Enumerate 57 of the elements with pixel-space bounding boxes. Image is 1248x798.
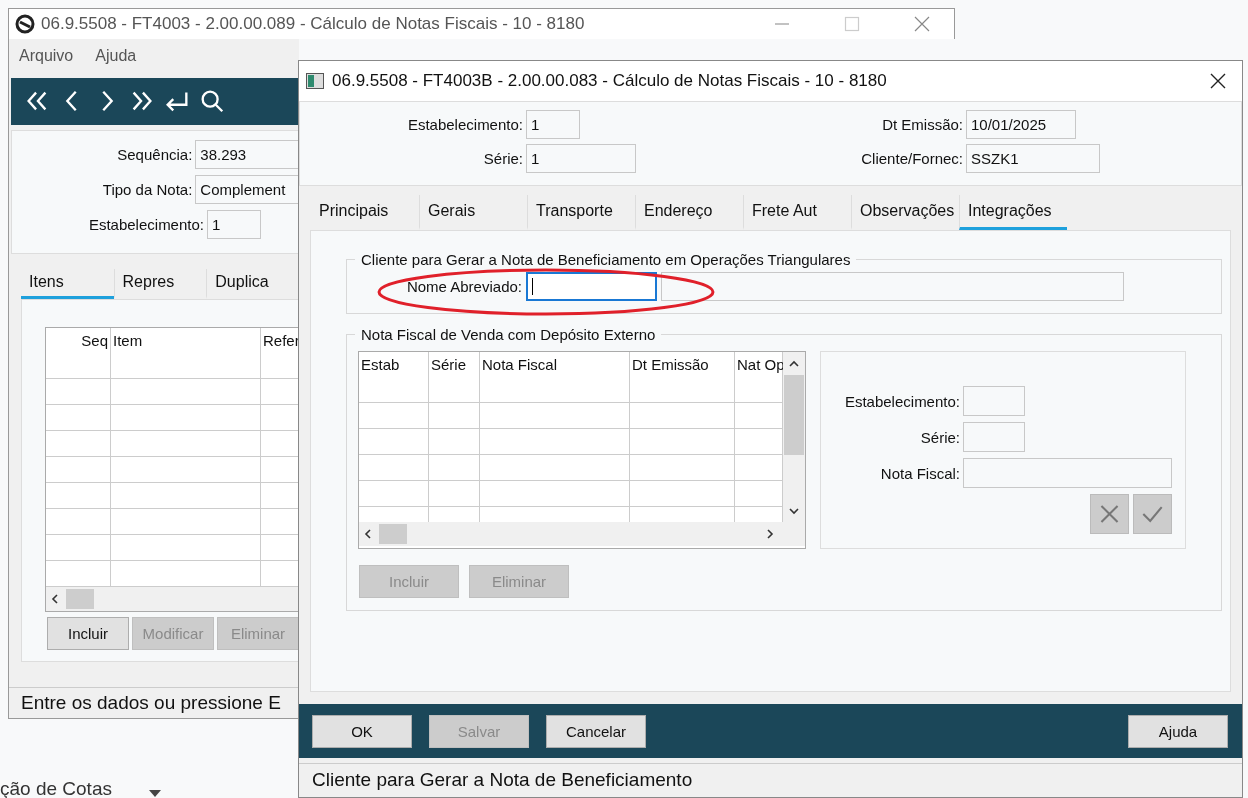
text-field[interactable]: 1 (526, 110, 580, 139)
column-header[interactable]: Seq (46, 327, 111, 353)
text-field[interactable]: 1 (526, 144, 636, 173)
field-label: Série: (482, 150, 523, 167)
field-label: Tipo da Nota: (101, 180, 193, 198)
field-label: Dt Emissão: (881, 116, 963, 133)
field-label: Estabelecimento: (87, 215, 204, 233)
action-button[interactable]: Incluir (47, 616, 129, 650)
status-bar: Entre os dados ou pressione E (9, 687, 299, 719)
scrollbar-thumb[interactable] (784, 375, 804, 455)
scroll-left-icon[interactable] (50, 593, 60, 604)
field-label: Nota Fiscal: (879, 464, 960, 482)
group-title: Cliente para Gerar a Nota de Beneficiamento em Operações Triangulares (360, 251, 852, 268)
column-header[interactable]: Item (111, 327, 261, 353)
input-field[interactable] (963, 458, 1172, 488)
horizontal-scrollbar[interactable] (359, 522, 805, 546)
dialog-button[interactable]: OK (312, 714, 412, 748)
column-header[interactable]: Estab (359, 352, 429, 377)
scroll-down-icon[interactable] (789, 506, 799, 516)
scroll-right-icon[interactable] (765, 529, 775, 539)
window-icon (306, 73, 324, 89)
menu-item[interactable]: Arquivo (19, 47, 74, 69)
menu-item[interactable]: Ajuda (95, 47, 137, 69)
field-label: Sequência: (116, 145, 193, 163)
text-field[interactable]: SSZK1 (966, 144, 1100, 173)
close-icon[interactable] (1210, 73, 1226, 89)
column-header[interactable]: Nota Fiscal (480, 352, 630, 377)
dropdown-caret-icon (149, 790, 161, 797)
input-field[interactable] (963, 422, 1025, 452)
field-label: Cliente/Fornec: (860, 150, 963, 167)
scrollbar-thumb[interactable] (379, 524, 407, 544)
column-header[interactable]: Série (429, 352, 480, 377)
text-field[interactable]: 10/01/2025 (966, 110, 1076, 139)
text-field[interactable]: 38.293 (195, 139, 299, 169)
vertical-scrollbar[interactable] (783, 352, 805, 522)
app-icon (15, 14, 35, 34)
window-title: 06.9.5508 - FT4003 - 2.00.00.089 - Cálculo de Notas Fiscais - 10 - 8180 (41, 14, 585, 34)
input-field[interactable] (963, 386, 1025, 416)
group-title: Nota Fiscal de Venda com Depósito Externo (360, 326, 657, 343)
column-header[interactable]: Dt Emissão (630, 352, 735, 377)
status-bar: Cliente para Gerar a Nota de Beneficiamento (299, 763, 1242, 796)
dialog-button[interactable]: Cancelar (546, 714, 646, 748)
field-label: Estabelecimento: (843, 392, 960, 410)
text-field[interactable]: 1 (207, 209, 261, 239)
window-title: 06.9.5508 - FT4003B - 2.00.00.083 - Cálculo de Notas Fiscais - 10 - 8180 (332, 71, 887, 91)
text-field[interactable]: Complement (195, 174, 299, 204)
scroll-left-icon[interactable] (363, 529, 373, 539)
tab[interactable]: Repres (113, 269, 207, 299)
tab[interactable]: Principais (311, 195, 419, 230)
input-field[interactable] (526, 272, 657, 301)
field-label: Nome Abreviado: (405, 278, 522, 295)
field-label: Série: (919, 428, 960, 446)
dialog-button[interactable]: Ajuda (1128, 714, 1228, 748)
scroll-up-icon[interactable] (789, 359, 799, 369)
horizontal-scrollbar[interactable] (46, 586, 300, 611)
scrollbar-thumb[interactable] (66, 588, 94, 609)
field-label: Estabelecimento: (406, 116, 523, 133)
